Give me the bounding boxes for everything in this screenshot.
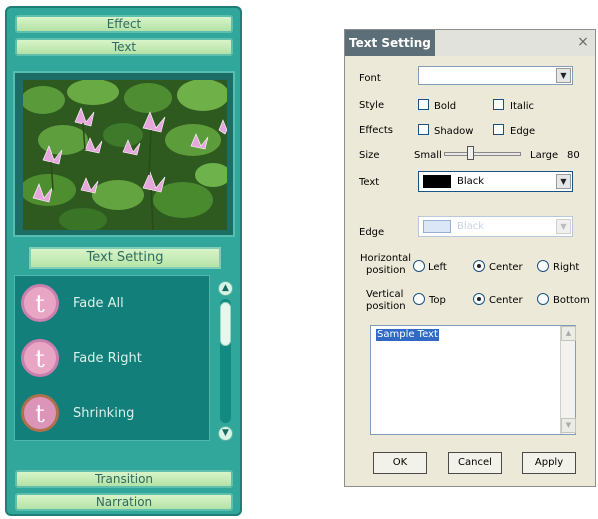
font-label: Font — [359, 73, 381, 84]
close-icon[interactable]: × — [575, 33, 591, 51]
sample-text[interactable]: Sample Text — [376, 329, 439, 341]
size-small-label: Small — [414, 150, 442, 161]
edge-color-label: Edge — [359, 227, 385, 238]
list-item[interactable]: t Fade Right — [21, 339, 207, 383]
size-slider-track[interactable] — [444, 152, 521, 156]
effect-label: Fade Right — [73, 351, 142, 366]
chevron-down-icon[interactable]: ▼ — [556, 174, 571, 189]
apply-button[interactable]: Apply — [522, 452, 576, 474]
style-label: Style — [359, 100, 385, 111]
horizontal-label-2: position — [366, 265, 406, 276]
bold-checkbox[interactable] — [418, 99, 429, 110]
h-right-label: Right — [553, 262, 580, 273]
text-setting-button[interactable]: Text Setting — [29, 247, 221, 269]
effects-panel: Effect Text Text Setting t Fade All t Fa… — [5, 6, 242, 516]
italic-checkbox[interactable] — [493, 99, 504, 110]
scroll-thumb[interactable] — [220, 302, 231, 346]
h-center-radio[interactable] — [473, 260, 485, 272]
text-color-value: Black — [457, 176, 485, 187]
vertical-label-2: position — [366, 301, 406, 312]
text-color-select[interactable]: Black ▼ — [418, 171, 573, 192]
size-large-label: Large — [530, 150, 559, 161]
horizontal-label-1: Horizontal — [360, 253, 412, 264]
effect-label: Shrinking — [73, 406, 135, 421]
preview-image — [23, 80, 227, 230]
tab-text[interactable]: Text — [15, 38, 233, 56]
list-item[interactable]: t Fade All — [21, 284, 207, 328]
chevron-down-icon[interactable]: ▼ — [556, 219, 571, 234]
v-center-radio[interactable] — [473, 293, 485, 305]
ok-button[interactable]: OK — [373, 452, 427, 474]
size-value: 80 — [567, 150, 580, 161]
effects-scrollbar[interactable]: ▲ ▼ — [218, 281, 233, 441]
tab-transition[interactable]: Transition — [15, 470, 233, 488]
scroll-up-icon[interactable]: ▲ — [561, 326, 576, 341]
edge-effect-label: Edge — [510, 126, 536, 137]
shadow-checkbox[interactable] — [418, 124, 429, 135]
tab-narration[interactable]: Narration — [15, 493, 233, 511]
sample-scrollbar[interactable]: ▲ ▼ — [560, 326, 576, 434]
v-bottom-label: Bottom — [553, 295, 590, 306]
effects-list: t Fade All t Fade Right t Shrinking — [14, 275, 210, 441]
title-bar: Text Setting × — [345, 30, 595, 56]
size-slider-thumb[interactable] — [467, 146, 474, 160]
text-effect-icon: t — [21, 339, 59, 377]
text-effect-icon: t — [21, 284, 59, 322]
edge-checkbox[interactable] — [493, 124, 504, 135]
text-color-label: Text — [359, 177, 380, 188]
font-select[interactable]: ▼ — [418, 66, 573, 85]
edge-color-value: Black — [457, 221, 485, 232]
v-center-label: Center — [489, 295, 523, 306]
h-center-label: Center — [489, 262, 523, 273]
vertical-label-1: Vertical — [366, 289, 404, 300]
text-effect-icon: t — [21, 394, 59, 432]
v-top-radio[interactable] — [413, 293, 425, 305]
size-label: Size — [359, 150, 380, 161]
h-left-label: Left — [428, 262, 447, 273]
scroll-down-icon[interactable]: ▼ — [218, 426, 233, 441]
h-left-radio[interactable] — [413, 260, 425, 272]
cancel-button[interactable]: Cancel — [448, 452, 502, 474]
scroll-down-icon[interactable]: ▼ — [561, 418, 576, 433]
list-item[interactable]: t Shrinking — [21, 394, 207, 438]
tab-effect[interactable]: Effect — [15, 15, 233, 33]
bold-label: Bold — [434, 101, 457, 112]
scroll-up-icon[interactable]: ▲ — [218, 281, 233, 296]
sample-text-area[interactable] — [370, 325, 576, 435]
v-bottom-radio[interactable] — [537, 293, 549, 305]
italic-label: Italic — [510, 101, 535, 112]
chevron-down-icon[interactable]: ▼ — [556, 68, 571, 83]
v-top-label: Top — [429, 295, 446, 306]
preview-frame — [13, 71, 235, 237]
text-color-swatch — [423, 175, 451, 188]
effects-label: Effects — [359, 125, 393, 136]
effect-label: Fade All — [73, 296, 124, 311]
edge-color-swatch — [423, 220, 451, 233]
dialog-title: Text Setting — [345, 30, 435, 56]
edge-color-select[interactable]: Black ▼ — [418, 216, 573, 237]
shadow-label: Shadow — [434, 126, 474, 137]
h-right-radio[interactable] — [537, 260, 549, 272]
